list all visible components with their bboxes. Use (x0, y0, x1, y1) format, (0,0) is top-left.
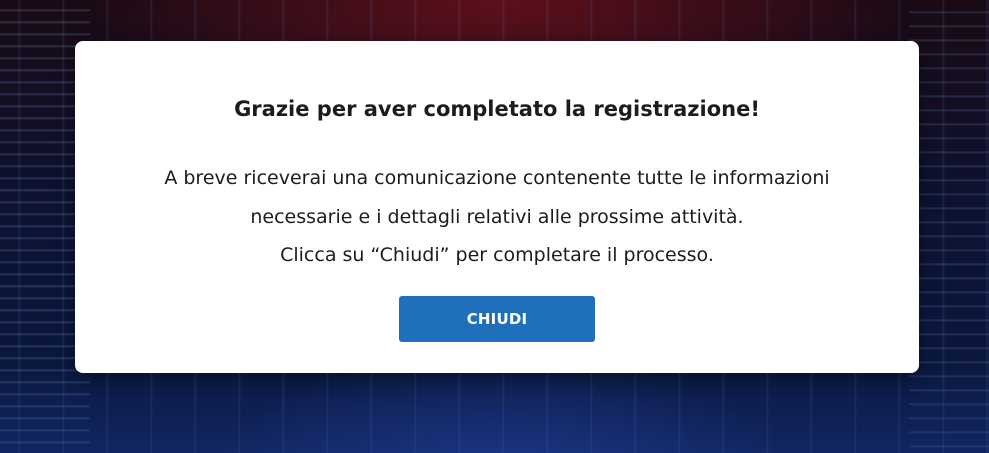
dialog-title: Grazie per aver completato la registrazi… (234, 97, 760, 121)
close-button[interactable]: CHIUDI (399, 296, 595, 342)
dialog-message-line: Clicca su “Chiudi” per completare il pro… (280, 244, 714, 266)
floor-glow (0, 363, 989, 453)
dialog-message-line: necessarie e i dettagli relativi alle pr… (250, 205, 744, 228)
dialog-message-line: A breve riceverai una comunicazione cont… (164, 167, 830, 189)
registration-complete-dialog: Grazie per aver completato la registrazi… (75, 41, 919, 373)
dialog-message: A breve riceverai una comunicazione cont… (75, 159, 919, 275)
